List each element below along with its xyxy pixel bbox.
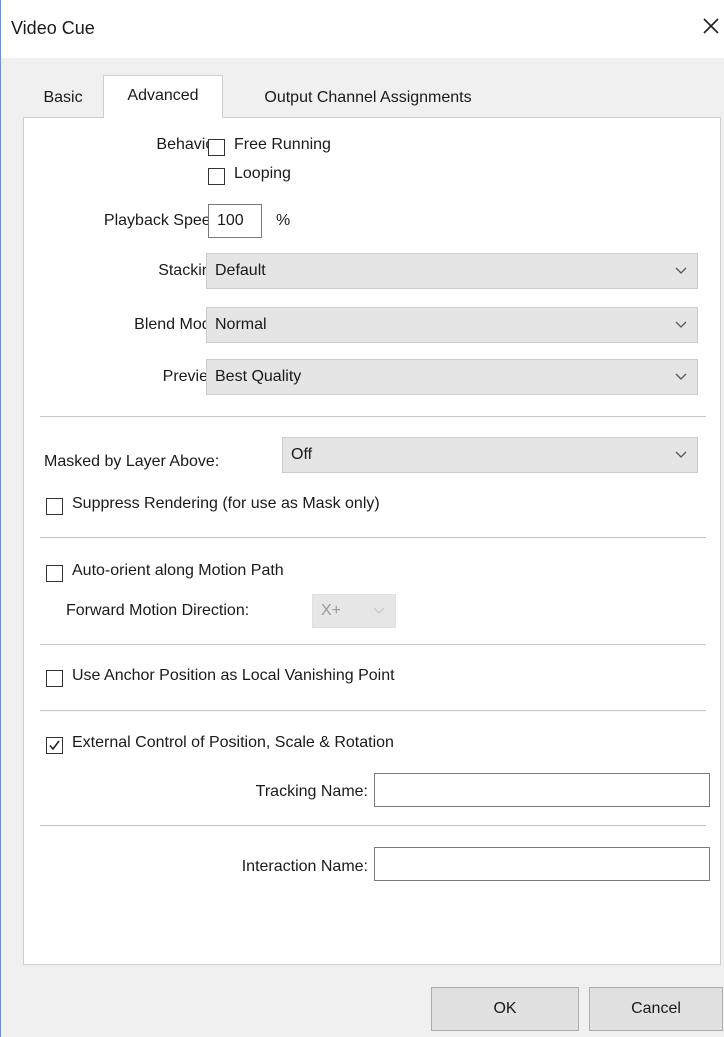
suppress-rendering-checkbox[interactable] [46,498,63,515]
tab-output-channel-assignments[interactable]: Output Channel Assignments [223,80,513,116]
title-bar: Video Cue [1,0,724,58]
suppress-rendering-label[interactable]: Suppress Rendering (for use as Mask only… [72,495,380,513]
tracking-name-label: Tracking Name: [255,783,368,800]
free-running-checkbox[interactable] [208,139,225,156]
forward-motion-dropdown: X+ [312,594,396,628]
chevron-down-icon [675,373,687,380]
forward-motion-label: Forward Motion Direction: [66,602,250,619]
window-title: Video Cue [11,18,95,38]
stacking-value: Default [215,262,266,279]
playback-speed-label: Playback Speed: [103,212,224,229]
chevron-down-icon [675,321,687,328]
forward-motion-value: X+ [321,602,342,619]
anchor-vanishing-label[interactable]: Use Anchor Position as Local Vanishing P… [72,667,395,685]
separator [40,710,706,712]
chevron-down-icon [675,451,687,458]
anchor-vanishing-checkbox[interactable] [46,670,63,687]
auto-orient-checkbox[interactable] [46,565,63,582]
chevron-down-icon [675,267,687,274]
chevron-down-icon [373,607,385,614]
looping-checkbox[interactable] [208,168,225,185]
playback-speed-input[interactable]: 100 [208,204,262,238]
separator [40,644,706,646]
checkmark-icon [49,740,60,751]
blend-mode-value: Normal [215,316,267,333]
stacking-dropdown[interactable]: Default [206,253,698,289]
separator [40,825,706,827]
free-running-label[interactable]: Free Running [234,136,331,154]
separator [40,537,706,539]
auto-orient-label[interactable]: Auto-orient along Motion Path [72,562,284,580]
preview-value: Best Quality [215,368,302,385]
close-icon[interactable] [699,14,723,38]
cancel-button[interactable]: Cancel [589,987,723,1031]
masked-by-layer-value: Off [291,446,313,463]
playback-speed-unit: % [276,212,291,229]
preview-dropdown[interactable]: Best Quality [206,359,698,395]
external-control-checkbox[interactable] [46,737,63,754]
external-control-label[interactable]: External Control of Position, Scale & Ro… [72,734,394,752]
advanced-panel: Behavior: Free Running Looping Playback … [23,117,721,965]
video-cue-dialog: Video Cue Basic Advanced Output Channel … [0,0,724,1037]
interaction-name-input[interactable] [374,847,710,881]
tracking-name-input[interactable] [374,773,710,807]
separator [40,416,706,418]
blend-mode-dropdown[interactable]: Normal [206,307,698,343]
masked-by-layer-label: Masked by Layer Above: [44,453,220,470]
masked-by-layer-dropdown[interactable]: Off [282,437,698,473]
looping-label[interactable]: Looping [234,165,291,183]
ok-button[interactable]: OK [431,987,579,1031]
tab-basic[interactable]: Basic [23,80,103,116]
tab-advanced[interactable]: Advanced [103,75,223,118]
interaction-name-label: Interaction Name: [241,858,368,875]
